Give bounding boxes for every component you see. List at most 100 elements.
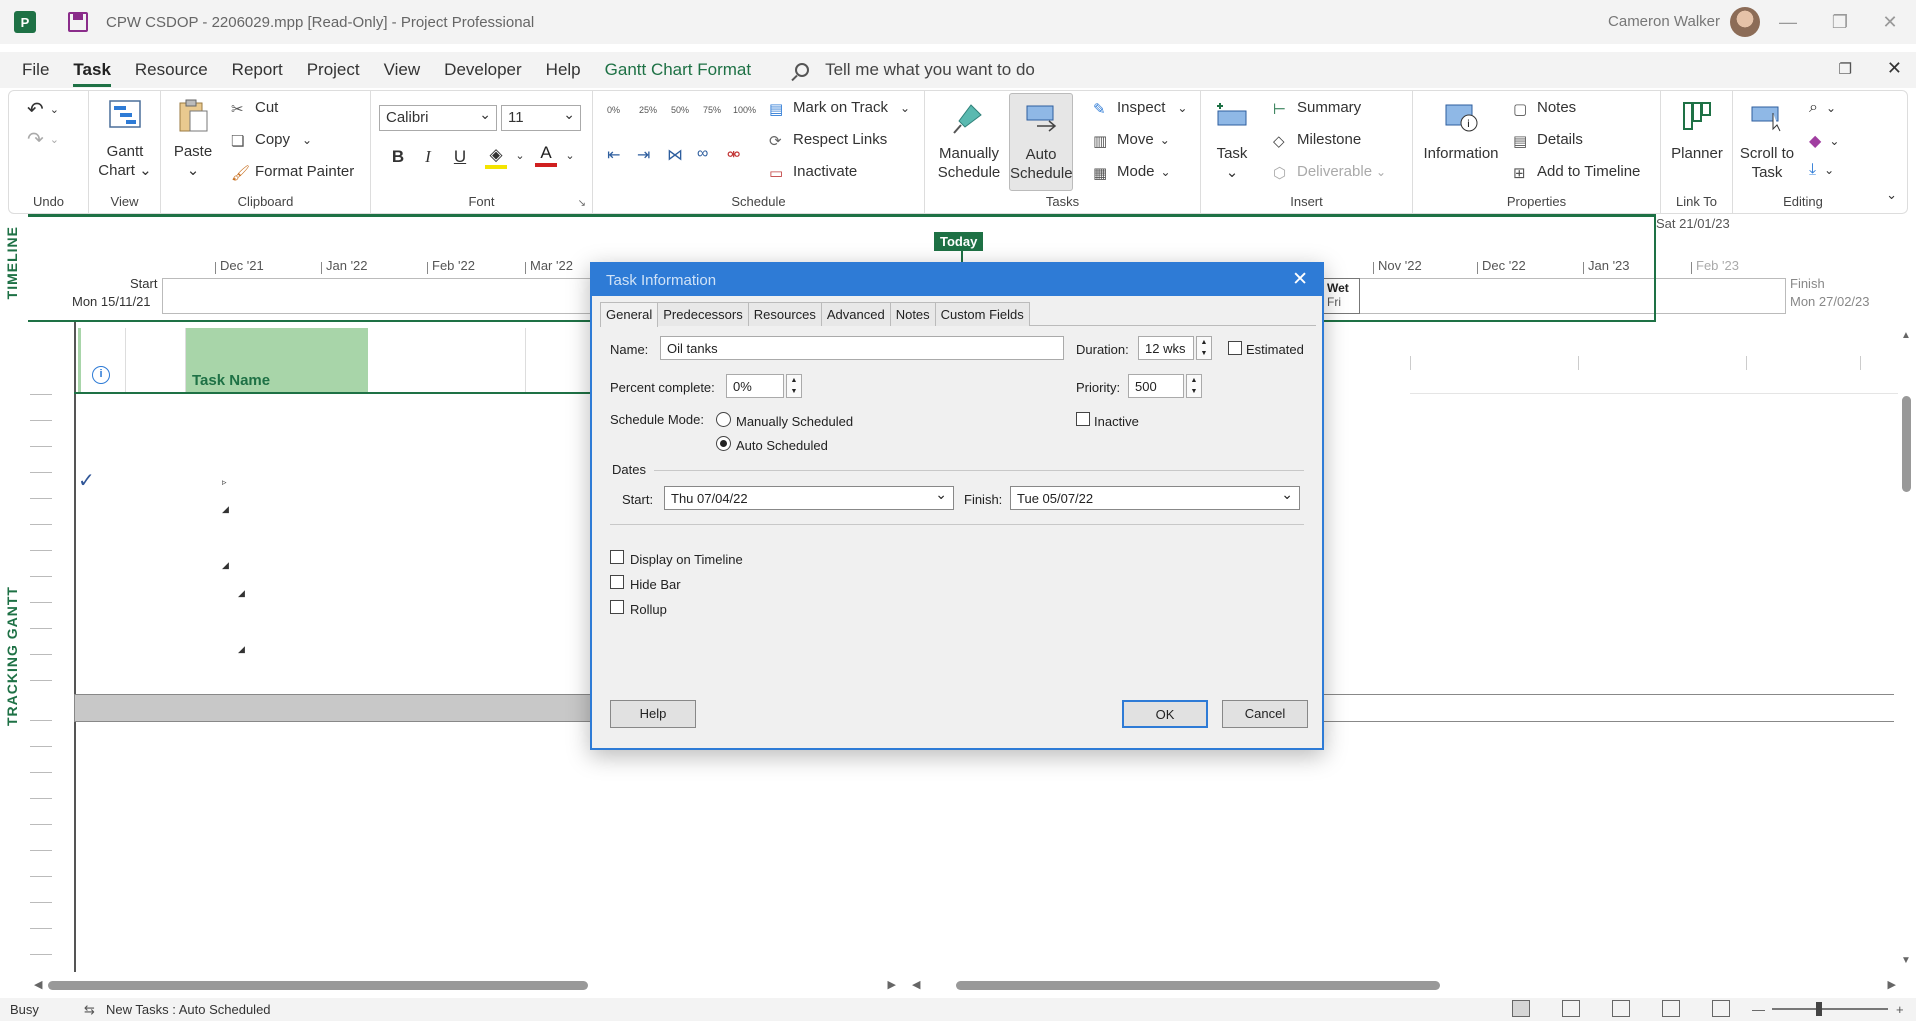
- ribbon-display-icon[interactable]: ❐: [1839, 60, 1852, 78]
- manually-schedule-button[interactable]: Manually Schedule: [935, 99, 1003, 182]
- planner-button[interactable]: Planner: [1667, 99, 1727, 163]
- avatar[interactable]: [1730, 7, 1760, 37]
- scroll-right-icon[interactable]: ▶: [888, 978, 896, 991]
- new-tasks-status[interactable]: New Tasks : Auto Scheduled: [106, 1002, 271, 1017]
- pct-25-button[interactable]: 25%: [639, 105, 657, 115]
- finish-date-picker[interactable]: Tue 05/07/22: [1010, 486, 1300, 510]
- minimize-icon[interactable]: —: [1774, 8, 1802, 36]
- start-date-picker[interactable]: Thu 07/04/22: [664, 486, 954, 510]
- pct-0-button[interactable]: 0%: [607, 105, 620, 115]
- percent-complete-field[interactable]: 0%: [726, 374, 784, 398]
- task-insert-button[interactable]: Task ⌄: [1207, 99, 1257, 182]
- font-size-select[interactable]: 11: [501, 105, 581, 131]
- dialog-tab-custom-fields[interactable]: Custom Fields: [934, 302, 1030, 326]
- pct-50-button[interactable]: 50%: [671, 105, 689, 115]
- duration-stepper[interactable]: ▲ ▼: [1196, 336, 1212, 360]
- highlight-dropdown-icon[interactable]: ⌄: [509, 149, 531, 162]
- indent-icon[interactable]: ⇥: [637, 145, 650, 165]
- dialog-close-icon[interactable]: ✕: [1292, 268, 1308, 291]
- display-on-timeline-checkbox[interactable]: [610, 550, 624, 564]
- inactive-checkbox[interactable]: [1076, 412, 1090, 426]
- save-icon[interactable]: [68, 12, 88, 32]
- name-field[interactable]: Oil tanks: [660, 336, 1064, 360]
- user-name[interactable]: Cameron Walker: [1608, 13, 1720, 30]
- cancel-button[interactable]: Cancel: [1222, 700, 1308, 728]
- collapse-arrow-icon[interactable]: ◢: [238, 644, 245, 655]
- scroll-right-icon[interactable]: ▶: [1888, 978, 1896, 991]
- column-header[interactable]: [368, 328, 526, 394]
- team-planner-view-icon[interactable]: [1612, 1000, 1630, 1017]
- indicators-header[interactable]: i: [76, 328, 126, 394]
- add-to-timeline-button[interactable]: ⊞ Add to Timeline: [1513, 163, 1640, 182]
- mode-column-header[interactable]: [126, 328, 186, 394]
- dialog-tab-predecessors[interactable]: Predecessors: [657, 302, 749, 326]
- information-button[interactable]: i Information: [1419, 99, 1503, 163]
- clear-icon[interactable]: ◆ ⌄: [1809, 131, 1839, 151]
- tell-me-search[interactable]: Tell me what you want to do: [795, 60, 1035, 80]
- auto-scheduled-radio[interactable]: [716, 436, 731, 451]
- find-icon[interactable]: ⌕ ⌄: [1809, 99, 1836, 117]
- pct-100-button[interactable]: 100%: [733, 105, 756, 115]
- format-painter-button[interactable]: 🖌 Format Painter: [231, 163, 354, 182]
- paste-button[interactable]: Paste ⌄: [167, 97, 219, 180]
- priority-stepper[interactable]: ▲ ▼: [1186, 374, 1202, 398]
- scroll-up-icon[interactable]: ▲: [1901, 330, 1911, 341]
- task-usage-view-icon[interactable]: [1562, 1000, 1580, 1017]
- deliverable-button[interactable]: ⬡ Deliverable ⌄: [1273, 163, 1386, 182]
- copy-button[interactable]: ❏ Copy ⌄: [231, 131, 312, 150]
- tab-gantt-chart-format[interactable]: Gantt Chart Format: [605, 60, 751, 80]
- estimated-checkbox[interactable]: [1228, 341, 1242, 355]
- tab-help[interactable]: Help: [546, 60, 581, 80]
- dialog-tab-advanced[interactable]: Advanced: [820, 302, 891, 326]
- dialog-tab-general[interactable]: General: [600, 302, 659, 327]
- notes-button[interactable]: ▢ Notes: [1513, 99, 1576, 118]
- scroll-to-task-button[interactable]: Scroll to Task: [1735, 99, 1799, 182]
- inspect-button[interactable]: ✎ Inspect ⌄: [1093, 99, 1187, 118]
- close-icon[interactable]: ✕: [1876, 8, 1904, 36]
- link-tasks-icon[interactable]: ∞: [697, 145, 708, 163]
- mark-on-track-button[interactable]: ▤ Mark on Track ⌄: [769, 99, 910, 118]
- zoom-in-icon[interactable]: +: [1896, 1002, 1904, 1017]
- cut-button[interactable]: ✂ Cut: [231, 99, 278, 118]
- fill-icon[interactable]: ⤓ ⌄: [1809, 161, 1834, 179]
- inactivate-button[interactable]: ▭ Inactivate: [769, 163, 857, 182]
- gantt-chart-button[interactable]: Gantt Chart ⌄: [95, 97, 155, 180]
- expand-arrow-icon[interactable]: ▹: [222, 477, 227, 488]
- italic-button[interactable]: I: [417, 147, 439, 167]
- tab-report[interactable]: Report: [232, 60, 283, 80]
- mode-button[interactable]: ▦ Mode ⌄: [1093, 163, 1171, 182]
- priority-field[interactable]: 500: [1128, 374, 1184, 398]
- vertical-scrollbar[interactable]: ▲ ▼: [1898, 330, 1914, 966]
- zoom-out-icon[interactable]: —: [1752, 1002, 1765, 1017]
- restore-icon[interactable]: ❐: [1826, 8, 1854, 36]
- tab-view[interactable]: View: [384, 60, 421, 80]
- dialog-tab-notes[interactable]: Notes: [889, 302, 936, 326]
- split-task-icon[interactable]: ⋈: [667, 145, 683, 165]
- outdent-icon[interactable]: ⇤: [607, 145, 620, 165]
- move-button[interactable]: ▥ Move ⌄: [1093, 131, 1170, 150]
- chart-horizontal-scrollbar[interactable]: ◀ ▶: [912, 976, 1896, 992]
- gantt-view-icon[interactable]: [1512, 1000, 1530, 1017]
- table-horizontal-scrollbar[interactable]: ◀ ▶: [34, 976, 896, 992]
- tab-file[interactable]: File: [22, 60, 49, 80]
- font-color-icon[interactable]: A: [535, 143, 557, 167]
- tab-developer[interactable]: Developer: [444, 60, 522, 80]
- undo-icon[interactable]: ↶ ⌄: [27, 97, 59, 122]
- summary-button[interactable]: ⊢ Summary: [1273, 99, 1361, 118]
- rollup-checkbox[interactable]: [610, 600, 624, 614]
- vertical-scroll-thumb[interactable]: [1902, 396, 1911, 492]
- tab-task[interactable]: Task: [73, 60, 111, 87]
- scroll-down-icon[interactable]: ▼: [1901, 955, 1911, 966]
- report-view-icon[interactable]: [1712, 1000, 1730, 1017]
- select-all-cell[interactable]: [78, 328, 81, 392]
- font-name-select[interactable]: Calibri: [379, 105, 497, 131]
- unlink-tasks-icon[interactable]: ⚮: [727, 145, 740, 165]
- collapse-arrow-icon[interactable]: ◢: [238, 588, 245, 599]
- ok-button[interactable]: OK: [1122, 700, 1208, 728]
- redo-icon[interactable]: ↷ ⌄: [27, 127, 59, 152]
- dialog-tab-resources[interactable]: Resources: [747, 302, 822, 326]
- zoom-slider-thumb[interactable]: [1816, 1002, 1822, 1016]
- manually-scheduled-radio[interactable]: [716, 412, 731, 427]
- bold-button[interactable]: B: [387, 147, 409, 167]
- close-window-icon[interactable]: ✕: [1887, 58, 1902, 79]
